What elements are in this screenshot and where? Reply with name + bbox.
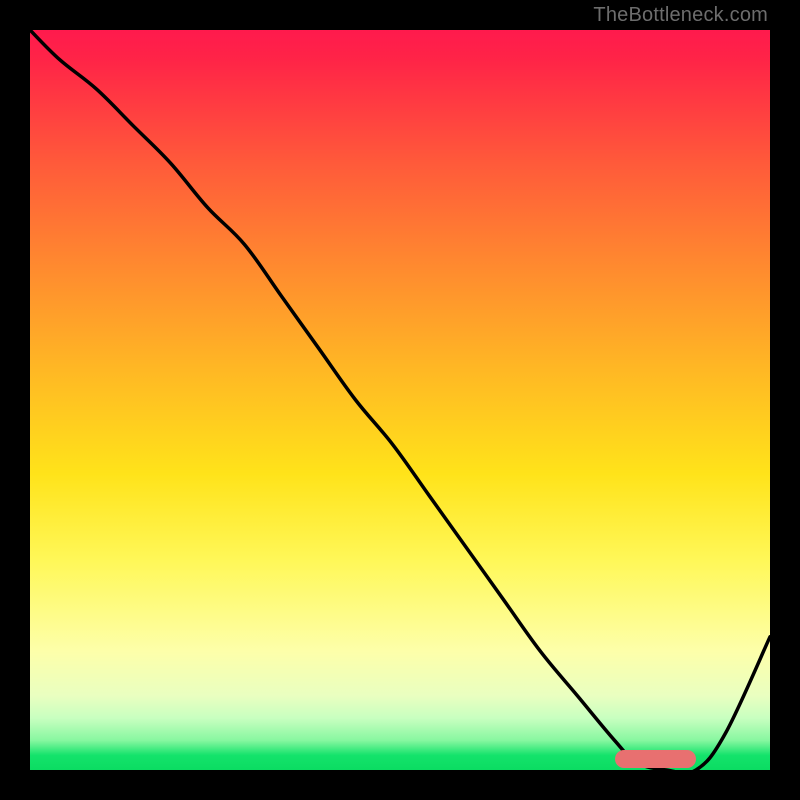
chart-frame: TheBottleneck.com bbox=[0, 0, 800, 800]
bottleneck-curve bbox=[30, 30, 770, 770]
watermark-text: TheBottleneck.com bbox=[593, 4, 768, 27]
optimal-range-marker bbox=[615, 750, 696, 768]
plot-area bbox=[30, 30, 770, 770]
